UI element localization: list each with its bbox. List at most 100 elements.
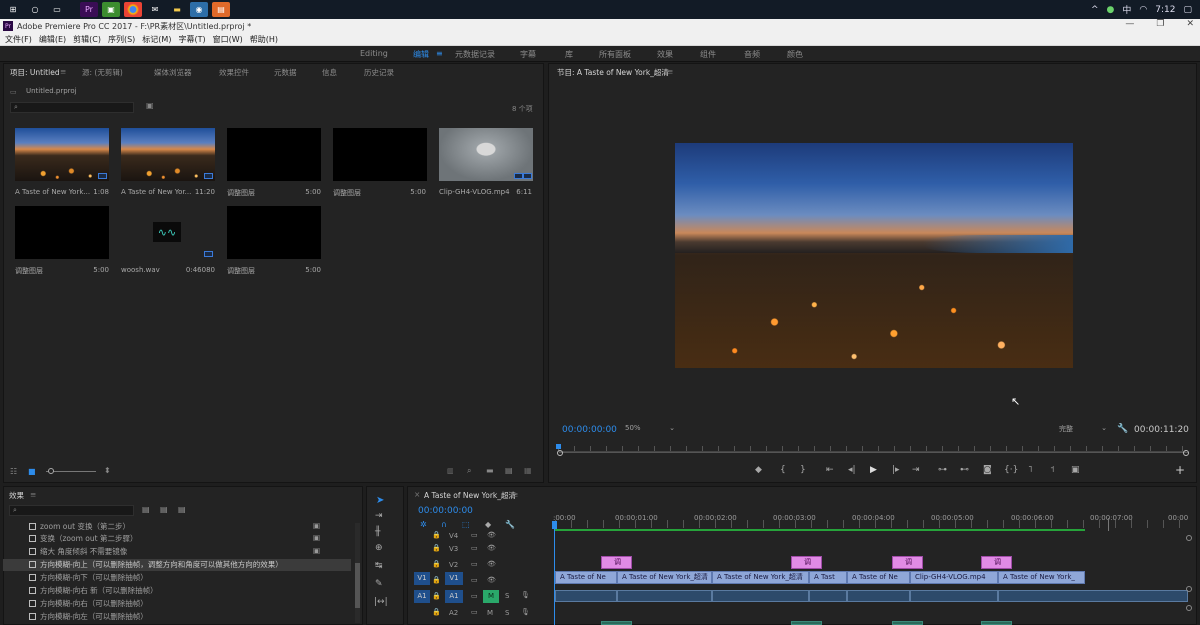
selection-tool-icon[interactable]: ➤ xyxy=(376,495,384,506)
menu-edit[interactable]: 编辑(E) xyxy=(39,34,66,45)
wrench-icon[interactable]: 🔧 xyxy=(505,520,515,529)
source-patch-a1[interactable]: A1 xyxy=(414,590,430,603)
video-clip[interactable]: A Taste of Ne xyxy=(847,571,910,584)
work-area-bar[interactable] xyxy=(555,529,1085,531)
export-frame-icon[interactable]: ▣ xyxy=(1071,465,1080,475)
effects-scrollbar-thumb[interactable] xyxy=(355,563,360,608)
sync-icon[interactable]: ▭ xyxy=(471,592,478,600)
tab-history[interactable]: 历史记录 xyxy=(364,67,394,78)
add-button-icon[interactable]: + xyxy=(1175,463,1185,477)
tab-info[interactable]: 信息 xyxy=(322,67,337,78)
effect-preset-item[interactable]: 方向模糊-向右 新（可以删除抽帧） xyxy=(3,585,351,597)
scrub-end-handle[interactable] xyxy=(1183,450,1189,456)
sync-icon[interactable]: ▭ xyxy=(471,576,478,584)
zoom-dropdown[interactable]: 50% ⌄ xyxy=(625,424,677,435)
sync-icon[interactable]: ▭ xyxy=(471,531,478,539)
quality-dropdown[interactable]: 完整 ⌄ xyxy=(1059,424,1109,435)
menu-help[interactable]: 帮助(H) xyxy=(250,34,278,45)
workspace-editing[interactable]: Editing xyxy=(360,49,388,58)
audio-clip[interactable] xyxy=(981,621,1012,625)
wechat-tray-icon[interactable]: ● xyxy=(1107,5,1115,15)
find-icon[interactable]: ⌕ xyxy=(467,466,471,476)
audio-clip[interactable] xyxy=(617,590,712,602)
audio-clip[interactable] xyxy=(847,590,910,602)
effect-preset-item[interactable]: 方向模糊-向下（可以删除抽帧） xyxy=(3,572,351,584)
close-icon[interactable]: ✕ xyxy=(1186,19,1194,29)
sync-icon[interactable]: ▭ xyxy=(471,560,478,568)
microphone-icon[interactable]: 🎙 xyxy=(521,608,530,616)
menu-file[interactable]: 文件(F) xyxy=(5,34,32,45)
mark-out-icon[interactable]: } xyxy=(800,465,806,475)
yuv-effects-icon[interactable]: ▤ xyxy=(178,505,186,514)
sort-icon[interactable]: ⬍ xyxy=(104,466,111,475)
menu-window[interactable]: 窗口(W) xyxy=(213,34,243,45)
menu-sequence[interactable]: 序列(S) xyxy=(108,34,135,45)
workspace-edit[interactable]: 编辑 xyxy=(413,49,429,60)
ripple-edit-tool-icon[interactable]: ╫ xyxy=(375,527,380,537)
insert-icon[interactable]: {·} xyxy=(1004,465,1018,475)
minimize-icon[interactable]: — xyxy=(1125,19,1134,29)
workspace-metadata-logging[interactable]: 元数据记录 xyxy=(455,49,495,60)
scroll-handle-mid[interactable] xyxy=(1186,586,1192,592)
effect-preset-item[interactable]: zoom out 变换（第二步） ▣ xyxy=(3,521,351,533)
track-name-v4[interactable]: V4 xyxy=(449,532,458,540)
effect-preset-item[interactable]: 方向模糊-向左（可以删除抽帧） xyxy=(3,611,351,623)
solo-button[interactable]: S xyxy=(505,609,509,617)
orange-app-taskbar-icon[interactable]: ▤ xyxy=(212,2,230,17)
tab-sequence[interactable]: A Taste of New York_超清 xyxy=(424,490,516,501)
tab-metadata[interactable]: 元数据 xyxy=(274,67,297,78)
mark-in-icon[interactable]: { xyxy=(780,465,786,475)
tab-media-browser[interactable]: 媒体浏览器 xyxy=(154,67,192,78)
wechat-taskbar-icon[interactable]: ✉ xyxy=(146,2,164,17)
audio-clip[interactable] xyxy=(601,621,632,625)
ime-indicator[interactable]: 中 xyxy=(1122,3,1131,16)
program-video-frame[interactable] xyxy=(675,143,1073,368)
menu-title[interactable]: 字幕(T) xyxy=(178,34,205,45)
premiere-taskbar-icon[interactable]: Pr xyxy=(80,2,98,17)
video-clip[interactable]: A Tast xyxy=(809,571,847,584)
lock-icon[interactable]: 🔒 xyxy=(432,560,441,568)
effect-preset-item[interactable]: 变换（zoom out 第二步骤） ▣ xyxy=(3,533,351,545)
new-bin-icon[interactable]: ▬ xyxy=(486,466,494,475)
panel-menu-icon[interactable]: ≡ xyxy=(667,67,673,76)
mute-button[interactable]: M xyxy=(483,590,499,603)
clear-icon[interactable]: ▦ xyxy=(524,466,532,475)
tab-source[interactable]: 源: (无剪辑) xyxy=(82,67,123,78)
sync-icon[interactable]: ▭ xyxy=(471,608,478,616)
eye-icon[interactable]: 👁 xyxy=(487,560,496,568)
adjustment-layer-clip[interactable]: 调 xyxy=(892,556,923,569)
green-app-taskbar-icon[interactable]: ▣ xyxy=(102,2,120,17)
chevron-up-icon[interactable]: ^ xyxy=(1091,5,1099,15)
effects-search-input[interactable]: ⌕ xyxy=(9,505,134,516)
effect-preset-item-selected[interactable]: 方向模糊-向上（可以删除抽帧，调整方向和角度可以做其他方向的效果） xyxy=(3,559,351,571)
thumbnail-adjustment-layer-3[interactable] xyxy=(15,206,109,259)
scrub-start-handle[interactable] xyxy=(557,450,563,456)
workspace-menu-icon[interactable]: ≡ xyxy=(436,49,443,58)
workspace-titles[interactable]: 字幕 xyxy=(520,49,536,60)
track-select-tool-icon[interactable]: ⇥ xyxy=(375,511,383,521)
panel-menu-icon[interactable]: ≡ xyxy=(60,67,66,76)
browser-taskbar-icon[interactable]: ◉ xyxy=(190,2,208,17)
camera-icon[interactable]: ◙ xyxy=(983,465,992,475)
sync-icon[interactable]: ▭ xyxy=(471,544,478,552)
audio-clip[interactable] xyxy=(791,621,822,625)
add-marker-icon[interactable]: ◆ xyxy=(755,465,762,475)
video-clip[interactable]: A Taste of New York_ xyxy=(998,571,1085,584)
panel-menu-icon[interactable]: ≡ xyxy=(512,490,518,499)
adjustment-layer-clip[interactable]: 调 xyxy=(791,556,822,569)
workspace-libraries[interactable]: 库 xyxy=(565,49,573,60)
playhead-handle[interactable] xyxy=(552,521,557,529)
thumbnail-adjustment-layer-2[interactable] xyxy=(333,128,427,181)
lock-icon[interactable]: 🔒 xyxy=(432,592,441,600)
rolling-edit-tool-icon[interactable]: ⊕ xyxy=(375,543,383,553)
microphone-icon[interactable]: 🎙 xyxy=(521,591,530,599)
video-clip[interactable]: A Taste of New York_超清 xyxy=(617,571,712,584)
wrench-icon[interactable]: 🔧 xyxy=(1117,424,1128,434)
panel-menu-icon[interactable]: ≡ xyxy=(30,490,36,499)
track-name-a2[interactable]: A2 xyxy=(449,609,458,617)
audio-clip[interactable] xyxy=(809,590,847,602)
adjustment-layer-clip[interactable]: 调 xyxy=(601,556,632,569)
video-clip[interactable]: A Taste of New York_超清 xyxy=(712,571,809,584)
automate-icon[interactable]: ▥ xyxy=(447,467,454,475)
windows-start-icon[interactable]: ⊞ xyxy=(4,2,22,17)
